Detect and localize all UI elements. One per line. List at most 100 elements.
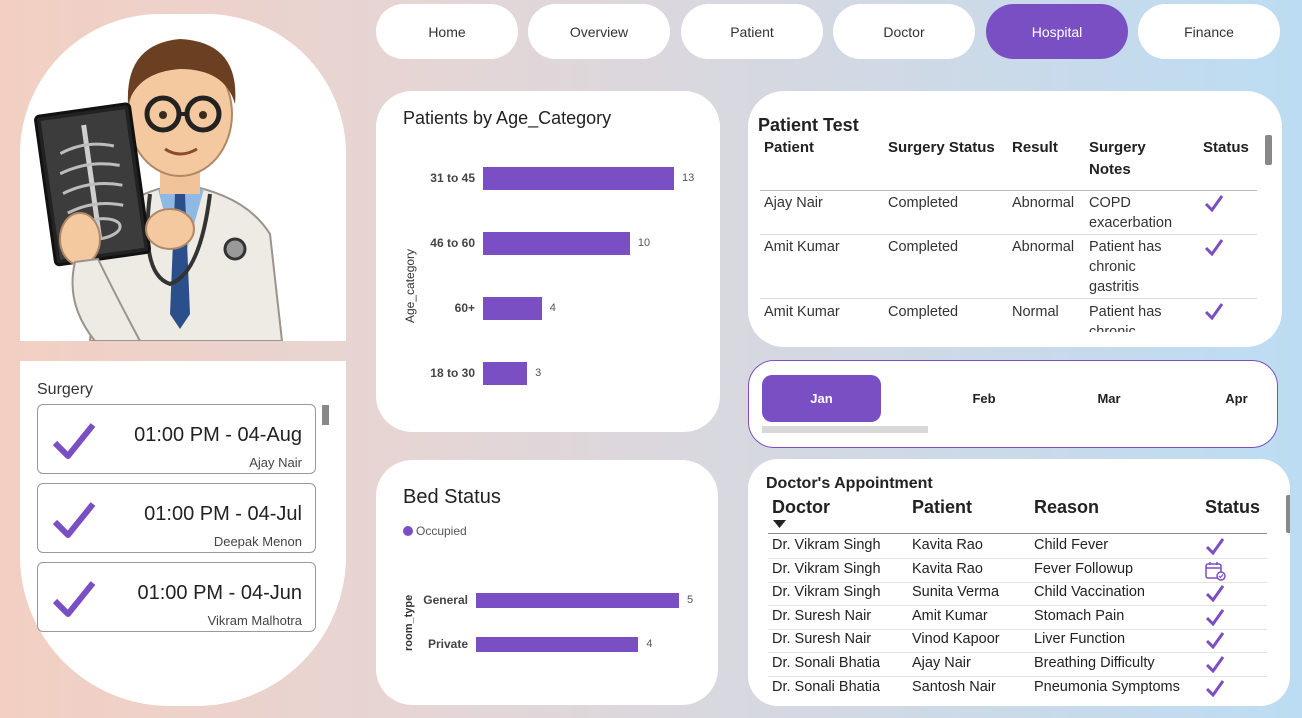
cell-reason: Pneumonia Symptoms bbox=[1034, 678, 1180, 695]
bar[interactable] bbox=[483, 362, 528, 385]
nav-patient[interactable]: Patient bbox=[681, 4, 823, 59]
th-doctor[interactable]: Doctor bbox=[772, 497, 830, 518]
cell-reason: Breathing Difficulty bbox=[1034, 655, 1155, 671]
cell-patient: Sunita Verma bbox=[912, 584, 1000, 601]
month-scrollbar[interactable] bbox=[762, 426, 928, 433]
cell-status: Completed bbox=[888, 195, 959, 211]
row-divider bbox=[768, 628, 1267, 630]
th-patient[interactable]: Patient bbox=[912, 497, 972, 518]
cell-reason: Fever Followup bbox=[1034, 560, 1134, 577]
patient-test-card: Patient Test Patient Surgery Status Resu… bbox=[748, 91, 1282, 347]
nav-finance[interactable]: Finance bbox=[1138, 4, 1280, 59]
legend-dot-icon bbox=[403, 526, 413, 536]
cell-doctor: Dr. Sonali Bhatia bbox=[772, 655, 881, 671]
sort-desc-icon[interactable] bbox=[773, 520, 786, 528]
th-status[interactable]: Status bbox=[1205, 497, 1260, 518]
check-icon bbox=[52, 423, 96, 459]
calendar-icon bbox=[1205, 561, 1226, 581]
cell-notes: Patient has chronic bbox=[1089, 304, 1162, 332]
category-label: 46 to 60 bbox=[430, 235, 475, 250]
check-icon bbox=[52, 502, 96, 538]
check-icon bbox=[1204, 303, 1224, 320]
nav-home[interactable]: Home bbox=[376, 4, 518, 59]
appointment-scrollbar[interactable] bbox=[1286, 495, 1290, 533]
cell-patient: Amit Kumar bbox=[764, 304, 840, 320]
cell-patient: Ajay Nair bbox=[912, 655, 971, 671]
status-cell bbox=[1205, 537, 1225, 560]
surgery-patient: Vikram Malhotra bbox=[207, 613, 302, 628]
bar[interactable] bbox=[483, 232, 630, 255]
cell-reason: Child Vaccination bbox=[1034, 584, 1145, 601]
check-icon bbox=[1205, 538, 1225, 556]
check-icon bbox=[1205, 656, 1225, 674]
surgery-patient: Ajay Nair bbox=[249, 455, 302, 470]
cell-result: Abnormal bbox=[1012, 239, 1075, 255]
age-chart-card: Patients by Age_Category Age_category 31… bbox=[376, 91, 720, 432]
row-divider bbox=[768, 676, 1267, 677]
th-surgery-status[interactable]: Surgery Status bbox=[888, 137, 995, 159]
surgery-item[interactable]: 01:00 PM - 04-Aug Ajay Nair bbox=[37, 404, 316, 474]
header-divider bbox=[768, 533, 1267, 534]
bar[interactable] bbox=[476, 637, 639, 652]
th-result[interactable]: Result bbox=[1012, 137, 1058, 159]
check-icon bbox=[1205, 585, 1225, 603]
cell-patient: Ajay Nair bbox=[764, 195, 823, 211]
cell-reason: Liver Function bbox=[1034, 631, 1126, 648]
status-cell bbox=[1205, 679, 1225, 702]
month-jan[interactable]: Jan bbox=[762, 375, 881, 422]
th-surgery-notes[interactable]: Surgery Notes bbox=[1089, 137, 1189, 181]
row-divider bbox=[768, 652, 1267, 654]
header-divider bbox=[760, 190, 1257, 191]
month-mar[interactable]: Mar bbox=[1074, 375, 1144, 422]
appointment-title: Doctor's Appointment bbox=[766, 475, 933, 492]
th-status[interactable]: Status bbox=[1203, 137, 1249, 159]
nav-overview[interactable]: Overview bbox=[528, 4, 670, 59]
th-patient[interactable]: Patient bbox=[764, 137, 814, 159]
cell-reason: Stomach Pain bbox=[1034, 607, 1125, 624]
surgery-item[interactable]: 01:00 PM - 04-Jun Vikram Malhotra bbox=[37, 562, 316, 632]
th-reason[interactable]: Reason bbox=[1034, 497, 1099, 518]
month-slicer: Jan Feb Mar Apr bbox=[748, 360, 1278, 448]
cell-doctor: Dr. Sonali Bhatia bbox=[772, 678, 881, 695]
check-icon bbox=[1204, 239, 1224, 256]
cell-doctor: Dr. Vikram Singh bbox=[772, 560, 881, 577]
cell-notes: COPD exacerbation bbox=[1089, 195, 1173, 231]
surgery-card: Surgery 01:00 PM - 04-Aug Ajay Nair 01:0… bbox=[20, 361, 346, 706]
legend-label: Occupied bbox=[416, 524, 467, 538]
appointment-card: Doctor's Appointment Doctor Patient Reas… bbox=[748, 459, 1290, 706]
check-icon bbox=[1204, 195, 1224, 212]
value-label: 4 bbox=[549, 301, 556, 314]
surgery-scrollbar[interactable] bbox=[322, 405, 329, 425]
cell-patient: Kavita Rao bbox=[912, 560, 983, 577]
category-label: Private bbox=[427, 636, 468, 651]
month-feb[interactable]: Feb bbox=[949, 375, 1019, 422]
value-label: 13 bbox=[682, 171, 695, 184]
nav-hospital[interactable]: Hospital bbox=[986, 4, 1128, 59]
cell-notes: Patient has chronic gastritis bbox=[1089, 239, 1162, 295]
bar[interactable] bbox=[476, 593, 679, 608]
cell-result: Normal bbox=[1012, 304, 1059, 320]
patient-test-title: Patient Test bbox=[758, 115, 859, 135]
month-apr[interactable]: Apr bbox=[1204, 375, 1269, 422]
doctor-icon bbox=[34, 39, 284, 341]
bar[interactable] bbox=[483, 297, 542, 320]
bar[interactable] bbox=[483, 167, 674, 190]
value-label: 10 bbox=[637, 236, 651, 249]
value-label: 3 bbox=[535, 366, 542, 379]
nav-doctor[interactable]: Doctor bbox=[833, 4, 975, 59]
row-divider bbox=[768, 605, 1267, 607]
value-label: 5 bbox=[687, 593, 694, 606]
row-divider bbox=[768, 581, 1267, 583]
bed-status-card: Bed Status Occupied room_type General 5 Pr… bbox=[376, 460, 718, 705]
cell-patient: Vinod Kapoor bbox=[912, 631, 1000, 648]
cell-doctor: Dr. Vikram Singh bbox=[772, 537, 881, 553]
category-label: 60+ bbox=[454, 300, 475, 315]
surgery-item[interactable]: 01:00 PM - 04-Jul Deepak Menon bbox=[37, 483, 316, 553]
cell-patient: Amit Kumar bbox=[764, 239, 840, 255]
category-label: 18 to 30 bbox=[430, 365, 475, 380]
cell-result: Abnormal bbox=[1012, 195, 1075, 211]
cell-patient: Kavita Rao bbox=[912, 537, 983, 553]
cell-status: Completed bbox=[888, 304, 959, 320]
test-scrollbar[interactable] bbox=[1265, 135, 1272, 165]
surgery-title: Surgery bbox=[37, 381, 94, 398]
